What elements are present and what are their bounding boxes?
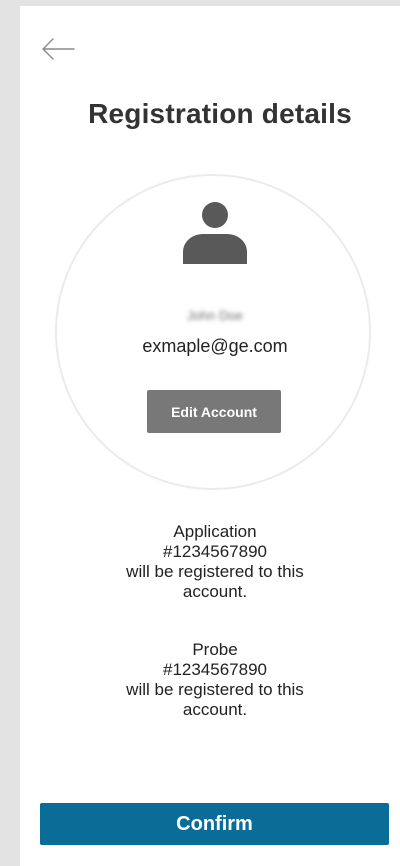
application-registration-info: Application #1234567890 will be register… [20, 522, 400, 602]
confirm-button[interactable]: Confirm [40, 803, 389, 845]
arrow-left-icon [39, 34, 77, 64]
probe-number: #1234567890 [162, 660, 267, 679]
account-name: John Doe [187, 308, 243, 323]
page-title: Registration details [88, 98, 352, 129]
registration-screen: Registration details John Doe exmaple@ge… [20, 6, 400, 866]
probe-registration-info: Probe #1234567890 will be registered to … [20, 640, 400, 720]
application-registration-text-end: account. [182, 582, 248, 601]
probe-registration-text-end: account. [182, 700, 248, 719]
back-button[interactable] [39, 34, 77, 64]
application-number: #1234567890 [162, 542, 267, 561]
application-registration-text: will be registered to this [126, 562, 304, 581]
edit-account-button[interactable]: Edit Account [147, 390, 281, 433]
account-email: exmaple@ge.com [142, 336, 288, 356]
probe-label: Probe [192, 640, 238, 659]
avatar [181, 199, 249, 267]
application-label: Application [173, 522, 257, 541]
probe-registration-text: will be registered to this [126, 680, 304, 699]
user-icon [181, 199, 249, 267]
